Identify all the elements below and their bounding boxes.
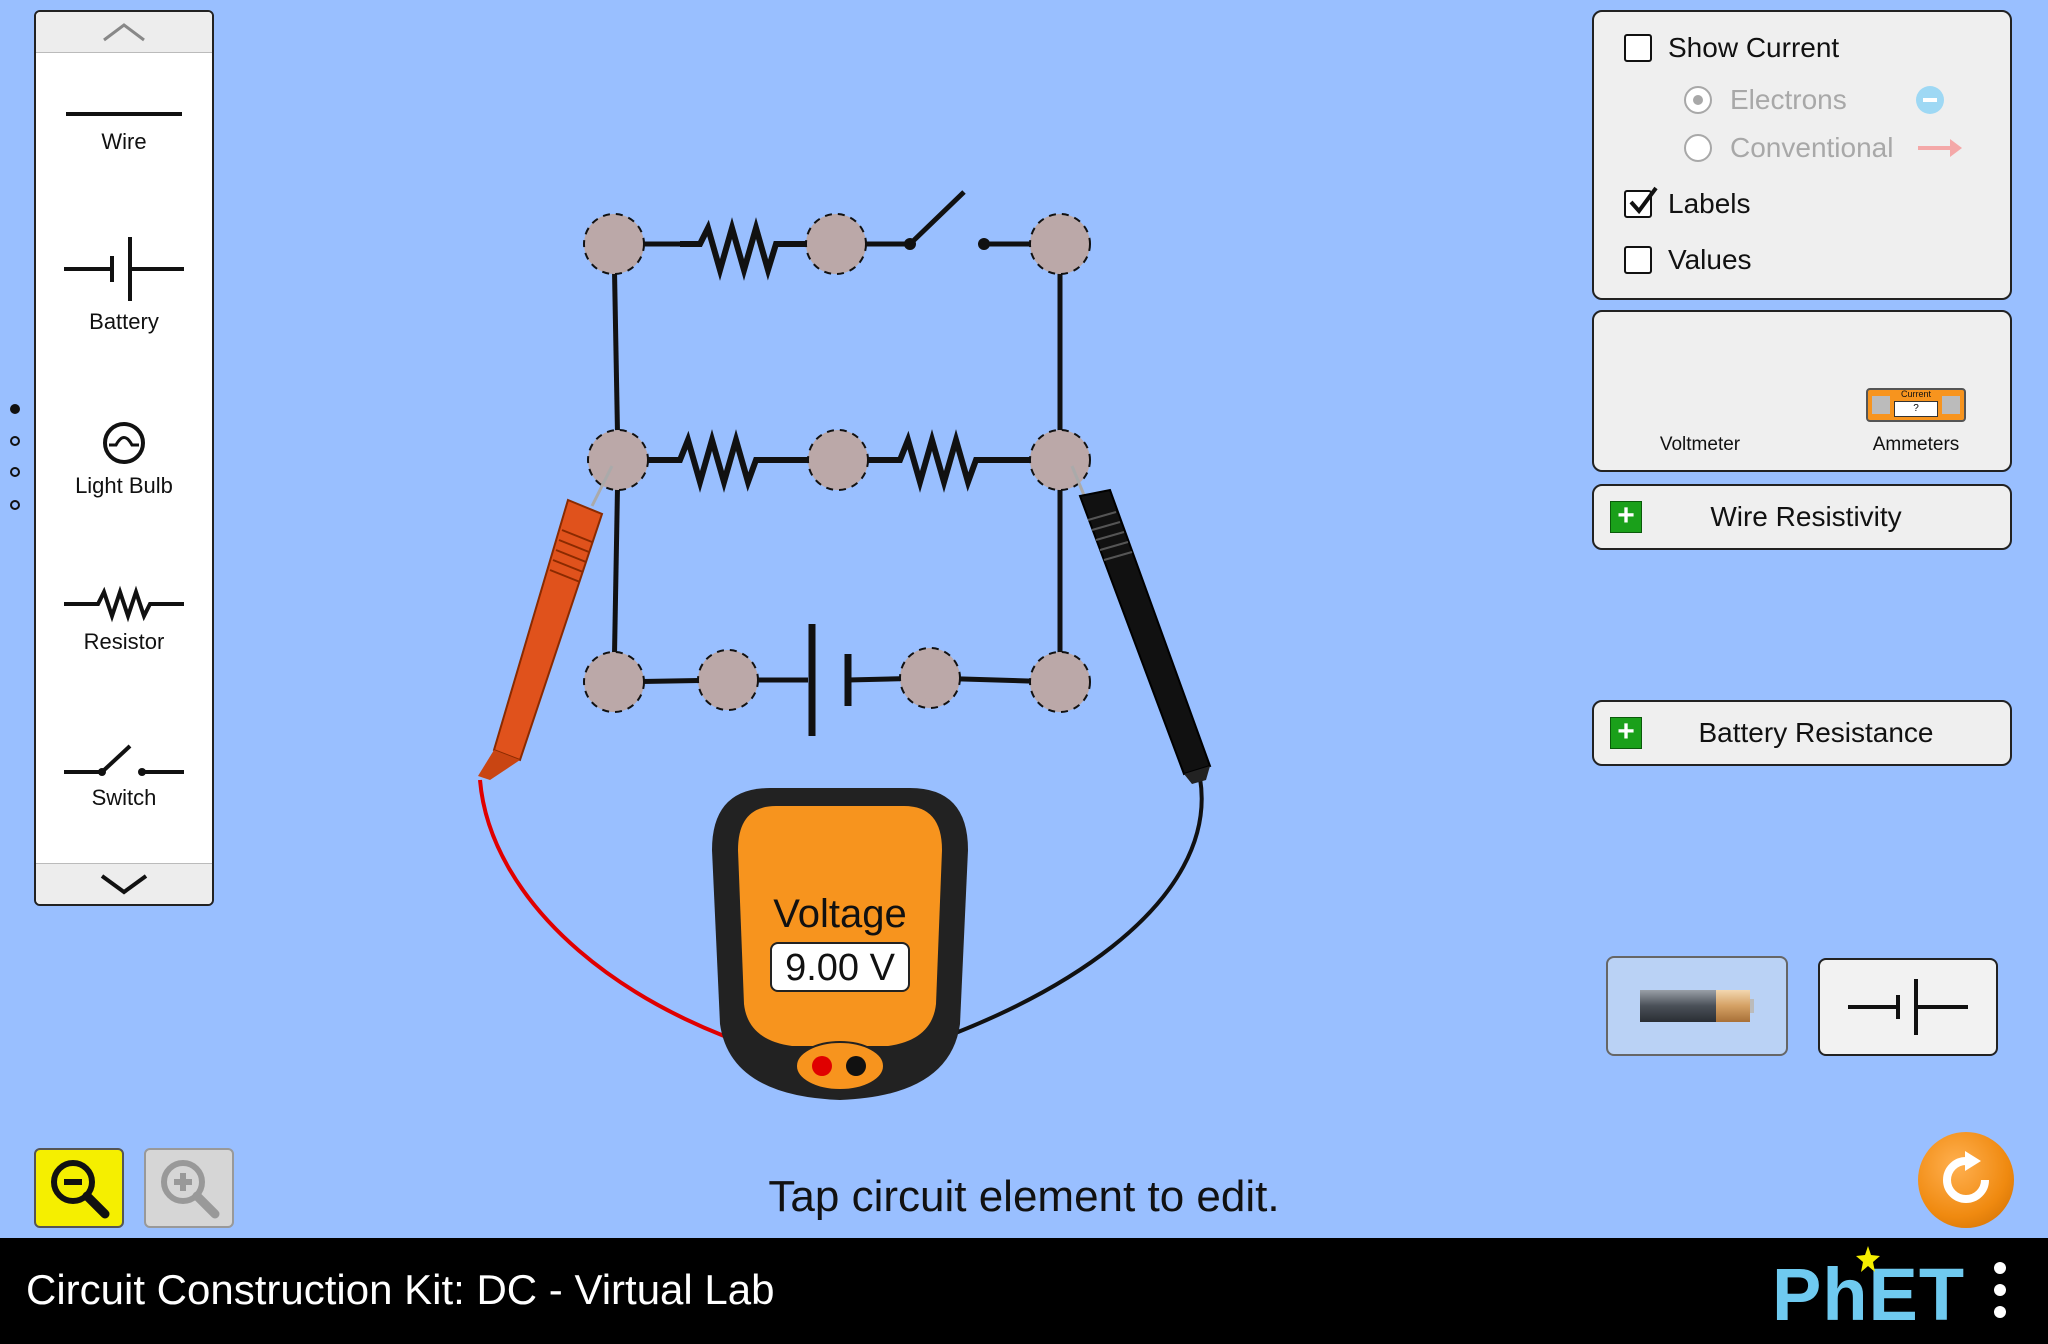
conventional-label: Conventional xyxy=(1730,132,1894,163)
resistor-middle-right[interactable] xyxy=(838,429,1060,493)
electrons-radio[interactable]: Electrons xyxy=(1684,84,1847,116)
wire[interactable] xyxy=(611,459,621,683)
circuit-canvas xyxy=(478,190,1212,1068)
reset-all-button[interactable] xyxy=(1918,1132,2014,1228)
wire-resistivity-label: Wire Resistivity xyxy=(1710,501,1902,532)
voltmeter-reading: 9.00 V xyxy=(770,942,910,992)
phet-logo-star-icon xyxy=(1856,1246,1880,1272)
electrons-label: Electrons xyxy=(1730,84,1847,115)
wire-resistivity-accordion[interactable]: + Wire Resistivity xyxy=(1592,484,2012,550)
ammeters-tool-label[interactable]: Ammeters xyxy=(1850,434,1982,456)
schematic-view-button[interactable] xyxy=(1818,958,1998,1056)
labels-box[interactable] xyxy=(1624,186,1658,218)
ammeter-icon-title: Current xyxy=(1900,389,1931,399)
ammeter-tool-icon[interactable]: Current ? xyxy=(1866,388,1966,422)
wire[interactable] xyxy=(611,243,621,461)
battery-resistance-label: Battery Resistance xyxy=(1698,717,1934,748)
electrons-radio-button[interactable] xyxy=(1684,86,1712,114)
checkmark-icon xyxy=(1629,186,1658,215)
show-current-label: Show Current xyxy=(1668,32,1840,63)
view-options-panel: Show Current Electrons Conventional Labe… xyxy=(1592,10,2012,300)
labels-label: Labels xyxy=(1668,188,1751,219)
menu-kebab-icon[interactable] xyxy=(1994,1262,2008,1324)
navigation-bar: Circuit Construction Kit: DC - Virtual L… xyxy=(0,1238,2048,1344)
conventional-radio[interactable]: Conventional xyxy=(1684,132,1893,164)
show-current-box[interactable] xyxy=(1624,34,1652,62)
electron-minus-icon xyxy=(1916,86,1944,114)
conventional-arrow-icon xyxy=(1918,139,1962,157)
voltmeter-device[interactable]: Voltage 9.00 V xyxy=(710,784,970,1102)
show-current-checkbox[interactable]: Show Current xyxy=(1624,32,1839,64)
voltmeter-tool-label[interactable]: Voltmeter xyxy=(1642,434,1758,456)
values-label: Values xyxy=(1668,244,1752,275)
sensor-toolbox: Voltmeter Current ? Ammeters xyxy=(1592,310,2012,472)
values-box[interactable] xyxy=(1624,246,1652,274)
reset-icon xyxy=(1943,1151,1989,1203)
battery-resistance-accordion[interactable]: + Battery Resistance xyxy=(1592,700,2012,766)
ammeter-icon-value: ? xyxy=(1894,401,1938,417)
labels-checkbox[interactable]: Labels xyxy=(1624,186,1751,220)
lifelike-view-button[interactable] xyxy=(1606,956,1788,1056)
app-title: Circuit Construction Kit: DC - Virtual L… xyxy=(26,1266,775,1313)
red-voltmeter-probe[interactable] xyxy=(478,465,614,780)
expand-plus-icon: + xyxy=(1610,717,1642,749)
edit-hint-text: Tap circuit element to edit. xyxy=(768,1172,1280,1221)
expand-plus-icon: + xyxy=(1610,501,1642,533)
voltmeter-title: Voltage xyxy=(773,892,907,936)
black-voltmeter-probe[interactable] xyxy=(1070,465,1212,784)
conventional-radio-button[interactable] xyxy=(1684,134,1712,162)
resistor-middle-left[interactable] xyxy=(618,429,838,493)
battery-schematic-icon xyxy=(1848,979,1968,1035)
values-checkbox[interactable]: Values xyxy=(1624,244,1752,276)
battery-lifelike-icon xyxy=(1640,990,1754,1022)
